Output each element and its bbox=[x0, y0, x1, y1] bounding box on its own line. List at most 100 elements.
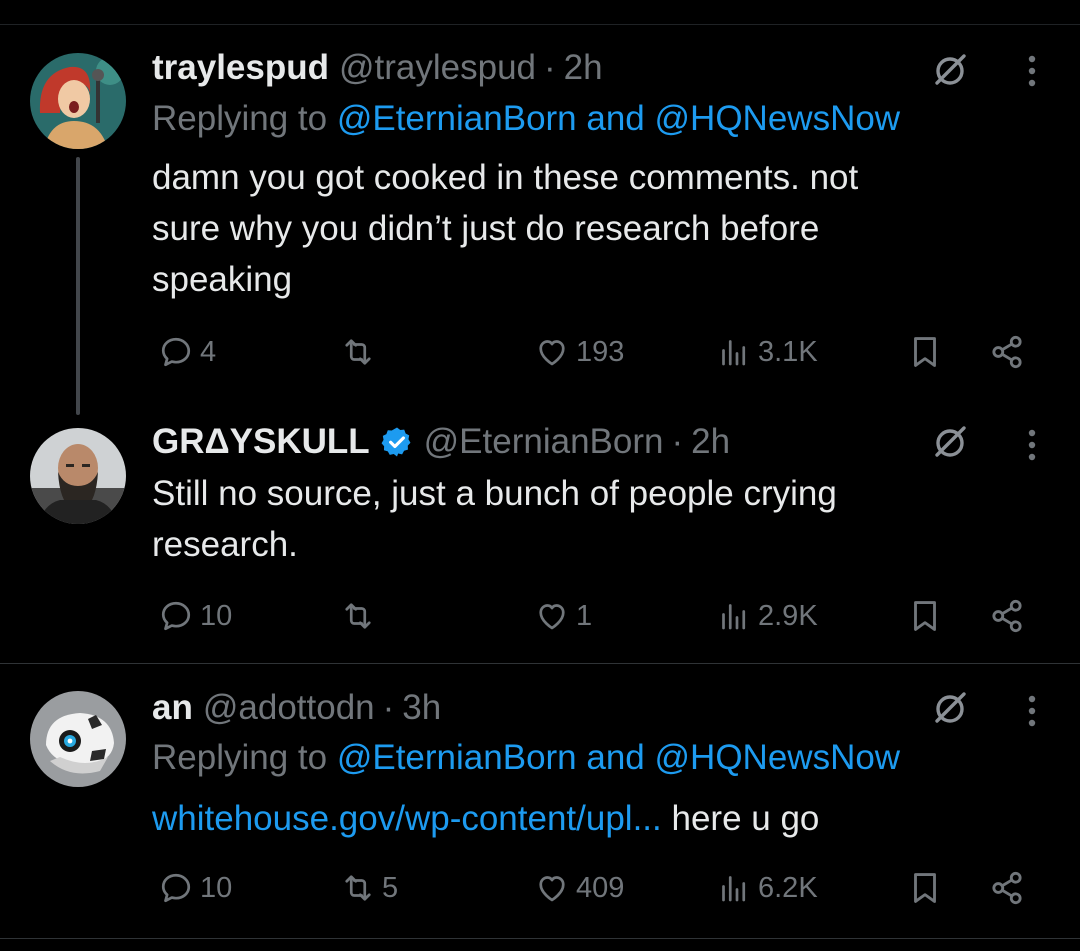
repost-icon bbox=[345, 603, 371, 629]
like-count: 193 bbox=[576, 335, 625, 368]
avatar-singer-icon bbox=[30, 53, 126, 149]
tweet-text-line: research. bbox=[152, 525, 298, 564]
share-button[interactable] bbox=[988, 866, 1026, 910]
tweet-text-suffix: here u go bbox=[661, 799, 820, 838]
avatar[interactable] bbox=[30, 691, 126, 787]
views-icon bbox=[722, 876, 746, 902]
share-button[interactable] bbox=[988, 330, 1026, 374]
reply-icon bbox=[161, 873, 191, 903]
timestamp[interactable]: 2h bbox=[564, 48, 603, 88]
repost-button[interactable]: 5 bbox=[340, 866, 398, 910]
verified-badge-icon bbox=[380, 425, 414, 459]
replying-and[interactable]: and bbox=[577, 738, 655, 777]
views-button[interactable]: 3.1K bbox=[716, 330, 818, 374]
top-divider bbox=[0, 24, 1080, 25]
separator-dot: · bbox=[382, 688, 395, 727]
tweet-text-line: speaking bbox=[152, 260, 293, 299]
reply-count: 10 bbox=[200, 871, 233, 904]
views-button[interactable]: 6.2K bbox=[716, 866, 818, 910]
views-count: 3.1K bbox=[758, 335, 818, 368]
replying-to: Replying to @EternianBorn and @HQNewsNow bbox=[152, 99, 900, 139]
tweet-divider bbox=[0, 663, 1080, 664]
reply-count: 10 bbox=[200, 599, 233, 632]
bookmark-icon bbox=[914, 601, 936, 631]
tweet-text-line: sure why you didn’t just do research bef… bbox=[152, 209, 820, 248]
tweet-grayskull[interactable]: GRΔYSKULL @EternianBorn · 2h Still no so… bbox=[0, 420, 1080, 640]
bookmark-button[interactable] bbox=[906, 866, 944, 910]
tweet-actions: 10 1 2.9K bbox=[152, 594, 1052, 638]
avatar-bearded-man-icon bbox=[30, 428, 126, 524]
timestamp[interactable]: 2h bbox=[691, 422, 730, 462]
user-handle[interactable]: @traylespud bbox=[339, 48, 536, 88]
heart-icon bbox=[539, 604, 565, 630]
reply-icon bbox=[161, 601, 191, 631]
tweet-traylespud[interactable]: traylespud @traylespud · 2h Replying to … bbox=[0, 46, 1080, 386]
more-options-icon[interactable] bbox=[1027, 694, 1037, 728]
tweet-actions: 10 5 409 6.2K bbox=[152, 866, 1052, 910]
grok-icon[interactable] bbox=[930, 688, 970, 728]
views-count: 6.2K bbox=[758, 871, 818, 904]
replying-prefix: Replying to bbox=[152, 738, 337, 777]
user-handle[interactable]: @EternianBorn bbox=[424, 422, 664, 462]
bookmark-button[interactable] bbox=[906, 330, 944, 374]
replying-to: Replying to @EternianBorn and @HQNewsNow bbox=[152, 738, 900, 778]
tweet-text: whitehouse.gov/wp-content/upl... here u … bbox=[152, 793, 992, 844]
avatar[interactable] bbox=[30, 53, 126, 149]
tweet-text-line: whitehouse.gov/wp-content/upl... here u … bbox=[152, 793, 992, 844]
tweet-text: Still no source, just a bunch of people … bbox=[152, 468, 992, 570]
repost-button[interactable] bbox=[340, 594, 382, 638]
share-button[interactable] bbox=[988, 594, 1026, 638]
user-handle[interactable]: @adottodn bbox=[203, 688, 375, 728]
display-name[interactable]: an bbox=[152, 688, 193, 728]
like-count: 409 bbox=[576, 871, 625, 904]
views-count: 2.9K bbox=[758, 599, 818, 632]
bookmark-button[interactable] bbox=[906, 594, 944, 638]
separator-dot: · bbox=[544, 48, 556, 87]
display-name[interactable]: GRΔYSKULL bbox=[152, 422, 370, 462]
views-icon bbox=[722, 604, 746, 630]
bookmark-icon bbox=[914, 873, 936, 903]
more-options-icon[interactable] bbox=[1027, 428, 1037, 462]
repost-count: 5 bbox=[382, 871, 399, 904]
replying-and[interactable]: and bbox=[577, 99, 655, 138]
reply-button[interactable]: 4 bbox=[158, 330, 216, 374]
separator-dot: · bbox=[671, 422, 684, 461]
grok-icon[interactable] bbox=[930, 50, 970, 90]
more-options-icon[interactable] bbox=[1027, 54, 1037, 88]
heart-icon bbox=[539, 340, 565, 366]
replying-prefix: Replying to bbox=[152, 99, 337, 138]
mention-link[interactable]: @HQNewsNow bbox=[655, 99, 901, 138]
tweet-an[interactable]: an @adottodn · 3h Replying to @EternianB… bbox=[0, 686, 1080, 916]
reply-button[interactable]: 10 bbox=[158, 594, 232, 638]
tweet-actions: 4 193 3.1K bbox=[152, 330, 1052, 374]
tweet-text-line: damn you got cooked in these comments. n… bbox=[152, 158, 859, 197]
mention-link[interactable]: @EternianBorn bbox=[337, 738, 577, 777]
grok-icon[interactable] bbox=[930, 422, 970, 462]
views-icon bbox=[722, 340, 746, 366]
timestamp[interactable]: 3h bbox=[402, 688, 441, 728]
mention-link[interactable]: @EternianBorn bbox=[337, 99, 577, 138]
like-count: 1 bbox=[576, 599, 593, 632]
like-button[interactable]: 193 bbox=[534, 330, 624, 374]
share-icon bbox=[992, 335, 1022, 369]
reply-count: 4 bbox=[200, 335, 217, 368]
repost-button[interactable] bbox=[340, 330, 382, 374]
url-link[interactable]: whitehouse.gov/wp-content/upl... bbox=[152, 799, 662, 838]
like-button[interactable]: 409 bbox=[534, 866, 624, 910]
bookmark-icon bbox=[914, 337, 936, 367]
avatar[interactable] bbox=[30, 428, 126, 524]
share-icon bbox=[992, 871, 1022, 905]
tweet-text-line: Still no source, just a bunch of people … bbox=[152, 474, 837, 513]
reply-button[interactable]: 10 bbox=[158, 866, 232, 910]
tweet-text: damn you got cooked in these comments. n… bbox=[152, 152, 992, 305]
views-button[interactable]: 2.9K bbox=[716, 594, 818, 638]
avatar-robot-icon bbox=[30, 691, 126, 787]
repost-icon bbox=[345, 339, 371, 365]
mention-link[interactable]: @HQNewsNow bbox=[655, 738, 901, 777]
display-name[interactable]: traylespud bbox=[152, 48, 329, 88]
like-button[interactable]: 1 bbox=[534, 594, 592, 638]
tweet-divider bbox=[0, 938, 1080, 939]
heart-icon bbox=[539, 876, 565, 902]
repost-icon bbox=[345, 875, 371, 901]
reply-icon bbox=[161, 337, 191, 367]
